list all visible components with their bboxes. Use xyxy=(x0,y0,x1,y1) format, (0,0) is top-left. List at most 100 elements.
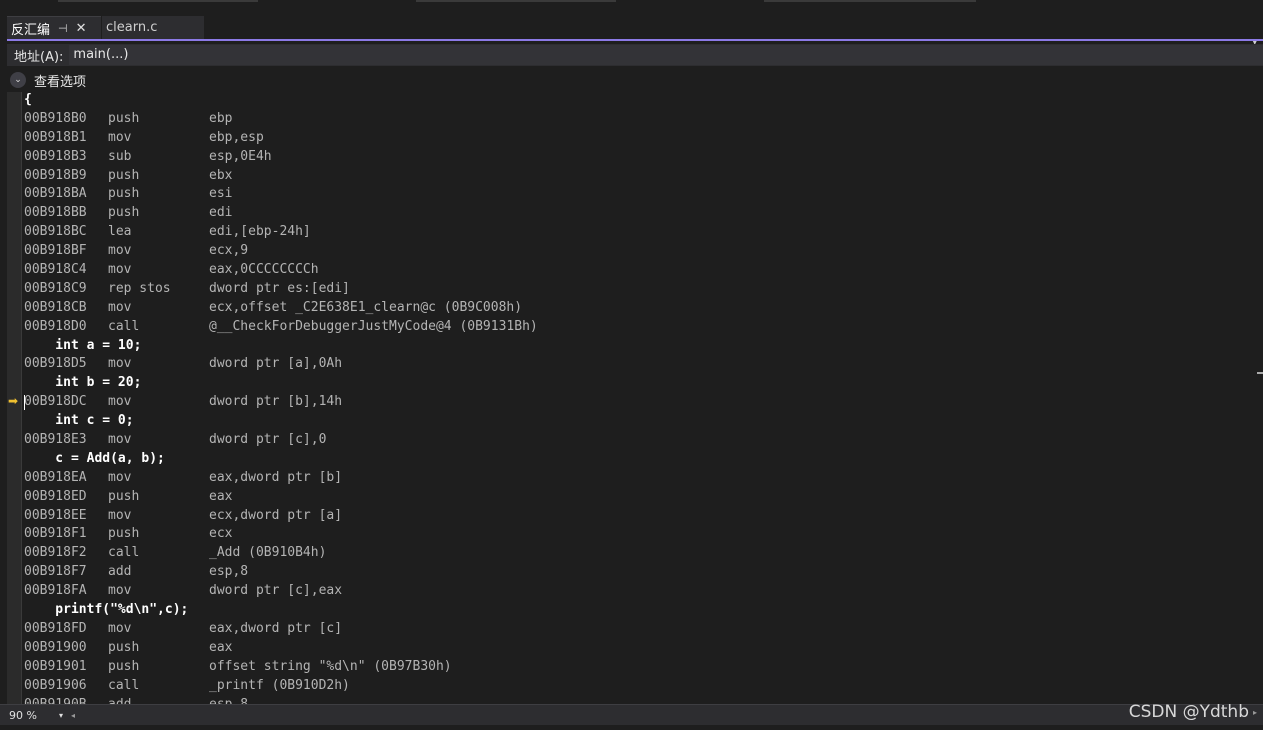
instruction-line[interactable]: 00B918C4 mov eax,0CCCCCCCCh xyxy=(24,261,1254,280)
disassembly-view[interactable]: {00B918B0 push ebp 00B918B1 mov ebp,esp 00B918… xyxy=(24,91,1254,704)
source-line[interactable]: int a = 10; xyxy=(24,337,1254,356)
instruction-operands: dword ptr [c],eax xyxy=(209,583,343,599)
view-options-label: 查看选项 xyxy=(34,74,87,90)
source-text: int b = 20; xyxy=(24,375,142,391)
address-label: 地址(A): xyxy=(14,49,64,65)
instruction-line[interactable]: 00B918BB push edi xyxy=(24,204,1254,223)
toolbar-hint xyxy=(58,0,258,2)
instruction-operands: esp,0E4h xyxy=(209,148,272,164)
instruction-line[interactable]: 00B91901 push offset string "%d\n" (0B97B3… xyxy=(24,658,1254,677)
instruction-line[interactable]: 00B918F7 add esp,8 xyxy=(24,563,1254,582)
instruction-line[interactable]: 00B918BC lea edi,[ebp-24h] xyxy=(24,223,1254,242)
instruction-line[interactable]: 00B91900 push eax xyxy=(24,639,1254,658)
instruction-opcode: add xyxy=(108,696,132,705)
instruction-opcode: mov xyxy=(108,583,132,599)
current-instruction-line[interactable]: 00B918DC mov dword ptr [b],14h xyxy=(24,393,1254,412)
pin-icon[interactable]: ⊣ xyxy=(58,22,68,35)
instruction-opcode: mov xyxy=(108,129,132,145)
instruction-address: 00B918DC xyxy=(24,394,87,410)
instruction-line[interactable]: 00B9190B add esp,8 xyxy=(24,696,1254,705)
instruction-operands: esi xyxy=(209,186,233,202)
instruction-line[interactable]: 00B918D0 call @__CheckForDebuggerJustMyCod… xyxy=(24,318,1254,337)
instruction-opcode: push xyxy=(108,186,140,202)
instruction-line[interactable]: 00B918F1 push ecx xyxy=(24,525,1254,544)
arrow-right-icon: ➡ xyxy=(8,394,19,408)
instruction-line[interactable]: 00B918C9 rep stos dword ptr es:[edi] xyxy=(24,280,1254,299)
instruction-line[interactable]: 00B91906 call _printf (0B910D2h) xyxy=(24,677,1254,696)
tab-clearn-c-label: clearn.c xyxy=(106,20,158,35)
instruction-line[interactable]: 00B918B9 push ebx xyxy=(24,167,1254,186)
instruction-operands: ecx,offset _C2E638E1_clearn@c (0B9C008h) xyxy=(209,299,523,315)
source-line[interactable]: int c = 0; xyxy=(24,412,1254,431)
source-line[interactable]: int b = 20; xyxy=(24,374,1254,393)
instruction-opcode: push xyxy=(108,658,140,674)
source-text: int a = 10; xyxy=(24,337,142,353)
instruction-operands: dword ptr [b],14h xyxy=(209,394,343,410)
instruction-opcode: push xyxy=(108,205,140,221)
address-input[interactable]: main(...) xyxy=(69,45,1263,65)
instruction-address: 00B918D0 xyxy=(24,318,87,334)
instruction-opcode: mov xyxy=(108,299,132,315)
instruction-opcode: call xyxy=(108,318,140,334)
instruction-address: 00B918BA xyxy=(24,186,87,202)
instruction-line[interactable]: 00B918B3 sub esp,0E4h xyxy=(24,148,1254,167)
instruction-operands: ebp,esp xyxy=(209,129,264,145)
instruction-line[interactable]: 00B918CB mov ecx,offset _C2E638E1_clearn@c… xyxy=(24,299,1254,318)
instruction-line[interactable]: 00B918BF mov ecx,9 xyxy=(24,242,1254,261)
source-text: c = Add(a, b); xyxy=(24,450,165,466)
source-line[interactable]: printf("%d\n",c); xyxy=(24,601,1254,620)
instruction-line[interactable]: 00B918E3 mov dword ptr [c],0 xyxy=(24,431,1254,450)
scrollbar-marker[interactable] xyxy=(1257,372,1263,374)
source-line[interactable]: { xyxy=(24,91,1254,110)
scroll-left-icon[interactable]: ◂ xyxy=(71,711,75,720)
instruction-opcode: push xyxy=(108,110,140,126)
tab-clearn-c[interactable]: clearn.c xyxy=(101,16,204,39)
instruction-operands: dword ptr [c],0 xyxy=(209,432,327,448)
instruction-opcode: push xyxy=(108,639,140,655)
instruction-address: 00B918BC xyxy=(24,224,87,240)
instruction-line[interactable]: 00B918EE mov ecx,dword ptr [a] xyxy=(24,507,1254,526)
instruction-line[interactable]: 00B918BA push esi xyxy=(24,185,1254,204)
tab-disassembly[interactable]: 反汇编 ⊣ ✕ xyxy=(7,16,101,40)
tab-disassembly-label: 反汇编 xyxy=(11,23,51,38)
instruction-address: 00B918EE xyxy=(24,507,87,523)
instruction-opcode: mov xyxy=(108,262,132,278)
close-icon[interactable]: ✕ xyxy=(76,21,87,36)
watermark: CSDN @Ydthb xyxy=(1128,702,1249,722)
instruction-operands: ebx xyxy=(209,167,233,183)
chevron-down-icon[interactable]: ▾ xyxy=(59,711,63,720)
scroll-right-icon[interactable]: ▸ xyxy=(1253,708,1257,717)
instruction-operands: eax,dword ptr [c] xyxy=(209,620,343,636)
instruction-opcode: push xyxy=(108,526,140,542)
instruction-operands: ebp xyxy=(209,110,233,126)
instruction-line[interactable]: 00B918B0 push ebp xyxy=(24,110,1254,129)
instruction-line[interactable]: 00B918EA mov eax,dword ptr [b] xyxy=(24,469,1254,488)
instruction-operands: ecx xyxy=(209,526,233,542)
instruction-line[interactable]: 00B918FD mov eax,dword ptr [c] xyxy=(24,620,1254,639)
instruction-address: 00B918F7 xyxy=(24,564,87,580)
instruction-opcode: mov xyxy=(108,394,132,410)
instruction-opcode: lea xyxy=(108,224,132,240)
instruction-address: 00B918E3 xyxy=(24,432,87,448)
zoom-level[interactable]: 90 % xyxy=(9,709,59,722)
instruction-operands: eax,dword ptr [b] xyxy=(209,469,343,485)
address-bar: 地址(A): main(...) xyxy=(7,44,1263,66)
instruction-address: 00B918D5 xyxy=(24,356,87,372)
instruction-opcode: mov xyxy=(108,243,132,259)
instruction-line[interactable]: 00B918F2 call _Add (0B910B4h) xyxy=(24,544,1254,563)
instruction-opcode: call xyxy=(108,677,140,693)
instruction-opcode: mov xyxy=(108,432,132,448)
instruction-operands: _Add (0B910B4h) xyxy=(209,545,327,561)
instruction-address: 00B918CB xyxy=(24,299,87,315)
view-options[interactable]: ⌄ 查看选项 xyxy=(7,70,86,90)
instruction-line[interactable]: 00B918ED push eax xyxy=(24,488,1254,507)
status-bar: 90 % ▾ ◂ xyxy=(0,704,1263,725)
instruction-line[interactable]: 00B918B1 mov ebp,esp xyxy=(24,129,1254,148)
instruction-line[interactable]: 00B918FA mov dword ptr [c],eax xyxy=(24,582,1254,601)
instruction-address: 00B918FD xyxy=(24,620,87,636)
active-tab-underline xyxy=(7,39,1263,41)
instruction-line[interactable]: 00B918D5 mov dword ptr [a],0Ah xyxy=(24,355,1254,374)
instruction-operands: edi xyxy=(209,205,233,221)
source-line[interactable]: c = Add(a, b); xyxy=(24,450,1254,469)
chevron-down-icon[interactable]: ⌄ xyxy=(10,72,26,88)
